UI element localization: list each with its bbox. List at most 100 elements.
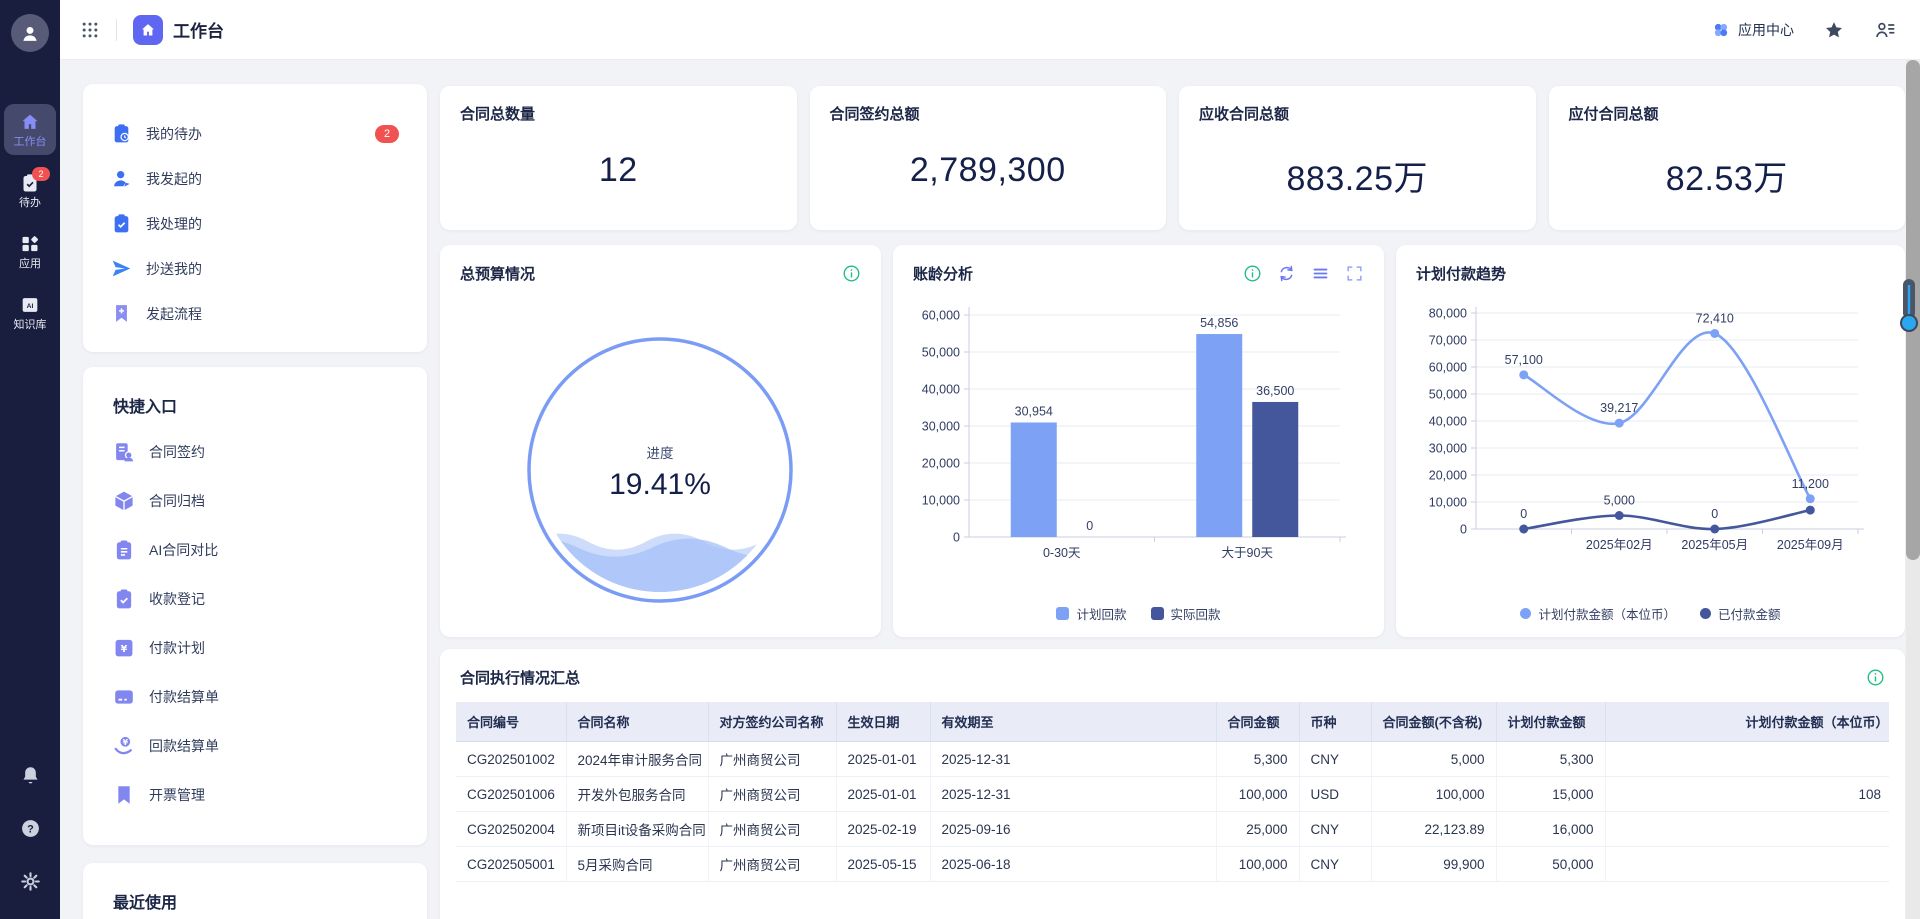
legend-item-已付款金额[interactable]: 已付款金额 xyxy=(1700,604,1781,623)
svg-text:20,000: 20,000 xyxy=(1429,469,1467,483)
svg-text:19.41%: 19.41% xyxy=(609,468,711,501)
svg-text:0: 0 xyxy=(1086,519,1093,533)
quick-item-AI合同对比[interactable]: AI合同对比 xyxy=(83,525,427,574)
avatar[interactable] xyxy=(11,14,49,52)
menu-item-我的待办[interactable]: 我的待办2 xyxy=(83,111,427,156)
cell-对方签约公司名称: 广州商贸公司 xyxy=(708,847,836,882)
info-icon[interactable] xyxy=(842,264,861,283)
cell-有效期至: 2025-12-31 xyxy=(930,777,1216,812)
quick-entry-card: 快捷入口 合同签约合同归档 AI合同对比收款登记¥付款计划付款结算单¥回款结算单开… xyxy=(83,367,427,845)
quick-item-开票管理[interactable]: 开票管理 xyxy=(83,770,427,819)
legend-label: 计划回款 xyxy=(1076,604,1126,623)
table-title: 合同执行情况汇总 xyxy=(460,667,580,688)
quick-item-收款登记[interactable]: 收款登记 xyxy=(83,574,427,623)
quick-entry-title: 快捷入口 xyxy=(113,393,427,417)
col-header-合同名称[interactable]: 合同名称 xyxy=(566,702,708,742)
left-rail: 工作台 2待办应用 AI知识库 ? xyxy=(0,0,60,919)
legend-item-实际回款[interactable]: 实际回款 xyxy=(1151,604,1221,623)
gear-icon[interactable] xyxy=(20,871,41,892)
menu-item-抄送我的[interactable]: 抄送我的 xyxy=(83,246,427,291)
stat-value: 12 xyxy=(460,151,777,190)
svg-text:进度: 进度 xyxy=(647,446,674,461)
knowledge-icon: AI xyxy=(20,295,40,315)
svg-text:60,000: 60,000 xyxy=(922,309,960,323)
svg-text:80,000: 80,000 xyxy=(1429,307,1467,321)
rail-item-应用[interactable]: 应用 xyxy=(4,226,56,277)
avatar-person-icon xyxy=(19,22,41,44)
cell-合同名称: 开发外包服务合同 xyxy=(566,777,708,812)
cell-币种: CNY xyxy=(1299,847,1371,882)
table-row[interactable]: CG202502004新项目it设备采购合同广州商贸公司2025-02-1920… xyxy=(456,812,1889,847)
info-icon[interactable] xyxy=(1866,668,1885,687)
menu-item-label: 发起流程 xyxy=(146,304,202,324)
col-header-币种[interactable]: 币种 xyxy=(1299,702,1371,742)
bell-icon[interactable] xyxy=(20,765,41,786)
contacts-icon[interactable] xyxy=(1874,19,1896,41)
clipboard-clock-icon xyxy=(111,123,132,144)
stat-card-合同总数量: 合同总数量 12 xyxy=(440,86,797,230)
rail-item-工作台[interactable]: 工作台 xyxy=(4,104,56,155)
table-header-row: 合同编号合同名称对方签约公司名称生效日期有效期至合同金额币种合同金额(不含税)计… xyxy=(456,702,1889,742)
content-area: 我的待办2我发起的我处理的抄送我的发起流程 快捷入口 合同签约合同归档 AI合同对… xyxy=(60,60,1920,919)
col-header-合同编号[interactable]: 合同编号 xyxy=(456,702,566,742)
legend-item-计划付款金额（本位币）[interactable]: 计划付款金额（本位币） xyxy=(1520,604,1676,623)
app-center-button[interactable]: 应用中心 xyxy=(1712,20,1794,40)
paper-plane-icon xyxy=(111,258,132,279)
cell-币种: USD xyxy=(1299,777,1371,812)
quick-item-回款结算单[interactable]: ¥回款结算单 xyxy=(83,721,427,770)
svg-text:2025年02月: 2025年02月 xyxy=(1586,538,1653,552)
table-row[interactable]: CG202501006开发外包服务合同广州商贸公司2025-01-012025-… xyxy=(456,777,1889,812)
cell-合同金额(不含税): 22,123.89 xyxy=(1371,812,1496,847)
quick-item-付款结算单[interactable]: 付款结算单 xyxy=(83,672,427,721)
col-header-计划付款金额[interactable]: 计划付款金额 xyxy=(1496,702,1605,742)
clipboard-check-icon xyxy=(111,213,132,234)
svg-text:39,217: 39,217 xyxy=(1600,401,1638,415)
svg-text:60,000: 60,000 xyxy=(1429,361,1467,375)
table-row[interactable]: CG2025010022024年审计服务合同广州商贸公司2025-01-0120… xyxy=(456,742,1889,777)
gauge-svg: 进度 19.41% xyxy=(440,285,881,637)
svg-text:10,000: 10,000 xyxy=(922,494,960,508)
coin-hand-icon: ¥ xyxy=(113,735,135,757)
quick-item-合同签约[interactable]: 合同签约 xyxy=(83,427,427,476)
clover-icon xyxy=(1712,21,1730,39)
col-header-合同金额[interactable]: 合同金额 xyxy=(1216,702,1299,742)
list-icon[interactable] xyxy=(1311,264,1330,283)
pen-tool-icon[interactable] xyxy=(1899,277,1919,338)
table-row[interactable]: CG2025050015月采购合同广州商贸公司2025-05-152025-06… xyxy=(456,847,1889,882)
line-card-title: 计划付款趋势 xyxy=(1416,263,1506,284)
quick-item-label: 合同签约 xyxy=(149,442,205,462)
rail-item-知识库[interactable]: AI知识库 xyxy=(4,287,56,338)
menu-item-我发起的[interactable]: 我发起的 xyxy=(83,156,427,201)
info-icon[interactable] xyxy=(1243,264,1262,283)
info-icon xyxy=(1243,264,1262,283)
quick-item-label: AI合同对比 xyxy=(149,540,218,560)
expand-icon xyxy=(1345,264,1364,283)
cell-生效日期: 2025-01-01 xyxy=(836,742,930,777)
list-icon xyxy=(1311,264,1330,283)
favorites-star-icon[interactable] xyxy=(1824,20,1844,40)
quick-item-付款计划[interactable]: ¥付款计划 xyxy=(83,623,427,672)
cell-合同名称: 5月采购合同 xyxy=(566,847,708,882)
expand-icon[interactable] xyxy=(1345,264,1364,283)
cell-合同金额: 100,000 xyxy=(1216,777,1299,812)
col-header-合同金额(不含税)[interactable]: 合同金额(不含税) xyxy=(1371,702,1496,742)
bar-svg: 010,00020,00030,00040,00050,00060,0000-3… xyxy=(893,285,1352,599)
menu-item-我处理的[interactable]: 我处理的 xyxy=(83,201,427,246)
help-icon: ? xyxy=(20,818,41,839)
rail-item-待办[interactable]: 2待办 xyxy=(4,165,56,216)
col-header-计划付款金额（本位币）[interactable]: 计划付款金额（本位币） xyxy=(1605,702,1889,742)
col-header-对方签约公司名称[interactable]: 对方签约公司名称 xyxy=(708,702,836,742)
payment-trend-line-chart: 010,00020,00030,00040,00050,00060,00070,… xyxy=(1396,285,1905,604)
svg-text:0: 0 xyxy=(1711,507,1718,521)
cell-合同编号: CG202505001 xyxy=(456,847,566,882)
col-header-生效日期[interactable]: 生效日期 xyxy=(836,702,930,742)
contract-sign-icon xyxy=(113,441,135,463)
help-icon[interactable]: ? xyxy=(20,818,41,839)
workbench-logo[interactable] xyxy=(133,15,163,45)
col-header-有效期至[interactable]: 有效期至 xyxy=(930,702,1216,742)
menu-item-发起流程[interactable]: 发起流程 xyxy=(83,291,427,336)
legend-item-计划回款[interactable]: 计划回款 xyxy=(1056,604,1126,623)
refresh-icon[interactable] xyxy=(1277,264,1296,283)
apps-grid-icon[interactable] xyxy=(80,20,100,40)
quick-item-合同归档[interactable]: 合同归档 xyxy=(83,476,427,525)
